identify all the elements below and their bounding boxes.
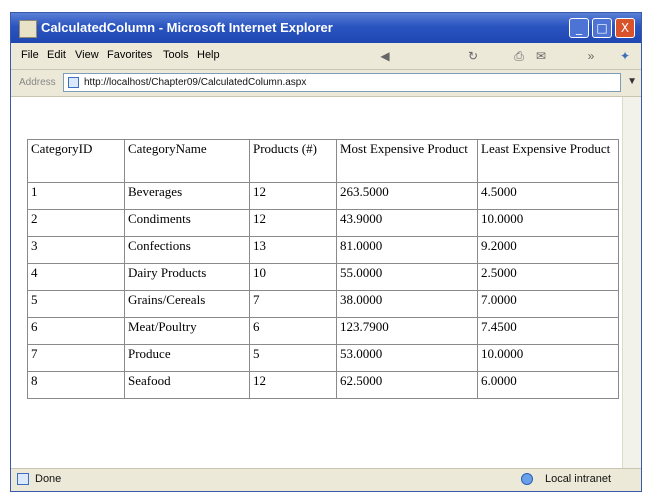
cell-most-expensive: 53.0000	[336, 344, 478, 372]
address-label: Address	[19, 77, 56, 88]
cell-most-expensive: 81.0000	[336, 236, 478, 264]
cell-least-expensive: 7.4500	[477, 317, 619, 345]
header-least-expensive: Least Expensive Product	[477, 139, 619, 183]
cell-category-id: 8	[27, 371, 125, 399]
address-dropdown-icon[interactable]: ▼	[627, 76, 637, 87]
cell-category-name: Meat/Poultry	[124, 317, 250, 345]
cell-category-name: Seafood	[124, 371, 250, 399]
done-page-icon	[17, 473, 29, 485]
cell-category-id: 6	[27, 317, 125, 345]
table-row: 2 Condiments 12 43.9000 10.0000	[27, 209, 619, 237]
cell-most-expensive: 62.5000	[336, 371, 478, 399]
cell-products: 10	[249, 263, 337, 291]
page-content: CategoryID CategoryName Products (#) Mos…	[11, 97, 623, 469]
cell-category-name: Produce	[124, 344, 250, 372]
cell-category-id: 1	[27, 182, 125, 210]
menu-tools[interactable]: Tools	[163, 49, 189, 61]
cell-products: 12	[249, 209, 337, 237]
table-row: 3 Confections 13 81.0000 9.2000	[27, 236, 619, 264]
cell-category-id: 4	[27, 263, 125, 291]
windows-logo-icon: ✦	[619, 49, 631, 63]
menu-bar: File Edit View Favorites Tools Help ◀ ↻ …	[11, 43, 641, 70]
refresh-icon[interactable]: ↻	[465, 48, 481, 64]
cell-products: 12	[249, 182, 337, 210]
menu-view[interactable]: View	[75, 49, 99, 61]
cell-least-expensive: 10.0000	[477, 209, 619, 237]
cell-least-expensive: 10.0000	[477, 344, 619, 372]
browser-window: CalculatedColumn - Microsoft Internet Ex…	[10, 12, 642, 492]
status-bar: Done Local intranet	[11, 468, 641, 491]
address-bar: Address http://localhost/Chapter09/Calcu…	[11, 70, 641, 97]
header-category-id: CategoryID	[27, 139, 125, 183]
cell-products: 7	[249, 290, 337, 318]
back-icon[interactable]: ◀	[377, 48, 393, 64]
menu-file[interactable]: File	[21, 49, 39, 61]
table-header-row: CategoryID CategoryName Products (#) Mos…	[27, 139, 619, 183]
cell-most-expensive: 38.0000	[336, 290, 478, 318]
category-table: CategoryID CategoryName Products (#) Mos…	[27, 139, 619, 399]
cell-most-expensive: 43.9000	[336, 209, 478, 237]
close-button[interactable]: X	[615, 18, 635, 38]
cell-category-id: 3	[27, 236, 125, 264]
ie-page-icon	[19, 20, 37, 38]
intranet-zone-icon	[521, 473, 533, 485]
table-row: 6 Meat/Poultry 6 123.7900 7.4500	[27, 317, 619, 345]
minimize-button[interactable]: _	[569, 18, 589, 38]
maximize-button[interactable]: □	[592, 18, 612, 38]
cell-category-name: Confections	[124, 236, 250, 264]
window-title: CalculatedColumn - Microsoft Internet Ex…	[41, 20, 333, 35]
address-url[interactable]: http://localhost/Chapter09/CalculatedCol…	[84, 77, 306, 88]
cell-products: 13	[249, 236, 337, 264]
security-zone-text: Local intranet	[544, 473, 611, 485]
cell-products: 12	[249, 371, 337, 399]
table-row: 5 Grains/Cereals 7 38.0000 7.0000	[27, 290, 619, 318]
chevron-more-icon[interactable]: »	[583, 48, 599, 64]
vertical-scrollbar[interactable]	[622, 97, 641, 469]
cell-least-expensive: 6.0000	[477, 371, 619, 399]
cell-products: 6	[249, 317, 337, 345]
cell-category-id: 7	[27, 344, 125, 372]
title-bar[interactable]: CalculatedColumn - Microsoft Internet Ex…	[11, 13, 641, 43]
mail-icon[interactable]: ✉	[533, 48, 549, 64]
cell-category-id: 2	[27, 209, 125, 237]
address-input[interactable]: http://localhost/Chapter09/CalculatedCol…	[63, 73, 621, 92]
cell-category-id: 5	[27, 290, 125, 318]
cell-products: 5	[249, 344, 337, 372]
table-row: 8 Seafood 12 62.5000 6.0000	[27, 371, 619, 399]
table-row: 4 Dairy Products 10 55.0000 2.5000	[27, 263, 619, 291]
menu-help[interactable]: Help	[197, 49, 220, 61]
print-icon[interactable]: ⎙	[511, 48, 527, 64]
header-products-count: Products (#)	[249, 139, 337, 183]
table-row: 7 Produce 5 53.0000 10.0000	[27, 344, 619, 372]
page-icon	[68, 77, 79, 88]
cell-category-name: Dairy Products	[124, 263, 250, 291]
cell-most-expensive: 263.5000	[336, 182, 478, 210]
cell-most-expensive: 123.7900	[336, 317, 478, 345]
menu-favorites[interactable]: Favorites	[107, 49, 152, 61]
cell-category-name: Grains/Cereals	[124, 290, 250, 318]
menu-edit[interactable]: Edit	[47, 49, 66, 61]
status-text: Done	[35, 473, 62, 485]
table-row: 1 Beverages 12 263.5000 4.5000	[27, 182, 619, 210]
cell-most-expensive: 55.0000	[336, 263, 478, 291]
cell-least-expensive: 4.5000	[477, 182, 619, 210]
header-most-expensive: Most Expensive Product	[336, 139, 478, 183]
cell-least-expensive: 7.0000	[477, 290, 619, 318]
cell-category-name: Beverages	[124, 182, 250, 210]
cell-least-expensive: 9.2000	[477, 236, 619, 264]
header-category-name: CategoryName	[124, 139, 250, 183]
cell-category-name: Condiments	[124, 209, 250, 237]
cell-least-expensive: 2.5000	[477, 263, 619, 291]
